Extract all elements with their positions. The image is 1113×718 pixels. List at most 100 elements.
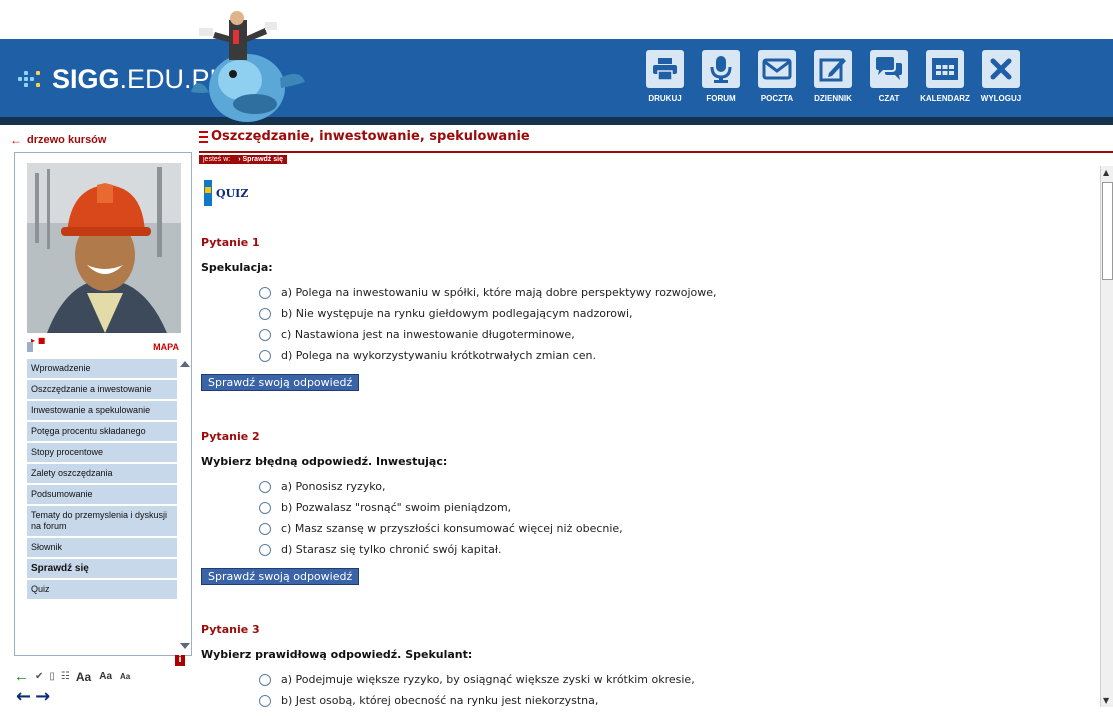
sidebar-item-stopy-procentowe[interactable]: Stopy procentowe: [27, 443, 177, 462]
logout-button[interactable]: WYLOGUJ: [974, 50, 1028, 103]
answer-option[interactable]: a) Ponosisz ryzyko,: [259, 476, 1081, 497]
printer-icon: [646, 50, 684, 88]
font-size-large[interactable]: Aa: [76, 670, 91, 684]
scroll-up-arrow-icon[interactable]: ▲: [1103, 168, 1109, 177]
page-title-bar: Oszczędzanie, inwestowanie, spekulowanie: [199, 129, 530, 144]
answer-option[interactable]: b) Nie występuje na rynku giełdowym podl…: [259, 303, 1081, 324]
scroll-down-arrow-icon[interactable]: ▼: [1103, 696, 1109, 705]
breadcrumb-current[interactable]: › Sprawdź się: [238, 156, 283, 163]
question-text: Wybierz błędną odpowiedź. Inwestując:: [201, 455, 448, 468]
sidebar-item-quiz[interactable]: Quiz: [27, 580, 177, 599]
answer-option[interactable]: a) Polega na inwestowaniu w spółki, któr…: [259, 282, 1081, 303]
info-icon[interactable]: i: [175, 655, 185, 666]
journal-label: DZIENNIK: [814, 94, 852, 103]
prev-page-icon[interactable]: ←: [16, 686, 35, 707]
quiz-icon: [204, 180, 212, 206]
radio-button[interactable]: [259, 328, 271, 341]
answer-text: b) Pozwalasz "rosnąć" swoim pieniądzom,: [281, 501, 512, 514]
menu-scroll-down-icon[interactable]: [180, 643, 190, 649]
title-lines-icon: [199, 130, 208, 143]
answer-list: a) Podejmuje większe ryzyko, by osiągnąć…: [259, 669, 1081, 711]
sidebar-item-tematy[interactable]: Tematy do przemyslenia i dyskusji na for…: [27, 506, 177, 536]
print-button[interactable]: DRUKUJ: [638, 50, 692, 103]
sidebar-item-slownik[interactable]: Słownik: [27, 538, 177, 557]
close-icon: [982, 50, 1020, 88]
mail-button[interactable]: POCZTA: [750, 50, 804, 103]
answer-option[interactable]: a) Podejmuje większe ryzyko, by osiągnąć…: [259, 669, 1081, 690]
answer-text: c) Masz szansę w przyszłości konsumować …: [281, 522, 623, 535]
sidebar-item-podsumowanie[interactable]: Podsumowanie: [27, 485, 177, 504]
sidebar-item-wprowadzenie[interactable]: Wprowadzenie: [27, 359, 177, 378]
sidebar-tools: ← ✔ ▯ ☷ Aa Aa Aa: [14, 668, 138, 685]
radio-button[interactable]: [259, 522, 271, 535]
check-answer-button[interactable]: Sprawdź swoją odpowiedź: [201, 568, 360, 585]
answer-list: a) Polega na inwestowaniu w spółki, któr…: [259, 282, 1081, 366]
note-icon[interactable]: ▯: [49, 671, 55, 682]
header-stripe: [0, 117, 1113, 125]
map-link[interactable]: MAPA: [153, 342, 179, 352]
sidebar-item-sprawdz-sie[interactable]: Sprawdź się: [27, 559, 177, 578]
mail-label: POCZTA: [760, 94, 794, 103]
chat-button[interactable]: CZAT: [862, 50, 916, 103]
answer-text: a) Polega na inwestowaniu w spółki, któr…: [281, 286, 717, 299]
breadcrumb: jesteś w: › Sprawdź się: [199, 155, 287, 164]
check-icon[interactable]: ✔: [35, 671, 43, 682]
answer-option[interactable]: c) Masz szansę w przyszłości konsumować …: [259, 518, 1081, 539]
map-scroll-handle[interactable]: [27, 342, 33, 352]
worker-photo: [27, 163, 181, 333]
answer-option[interactable]: b) Jest osobą, której obecność na rynku …: [259, 690, 1081, 711]
question-title: Pytanie 2: [201, 430, 260, 443]
font-size-medium[interactable]: Aa: [99, 671, 112, 682]
radio-button[interactable]: [259, 349, 271, 362]
radio-button[interactable]: [259, 480, 271, 493]
sidebar-item-potega-procentu[interactable]: Potęga procentu składanego: [27, 422, 177, 441]
answer-option[interactable]: c) Nastawiona jest na inwestowanie długo…: [259, 324, 1081, 345]
logout-label: WYLOGUJ: [980, 94, 1022, 103]
document-icon[interactable]: ☷: [61, 671, 70, 682]
radio-button[interactable]: [259, 694, 271, 707]
menu-scroll-up-icon[interactable]: [180, 361, 190, 367]
arrow-left-icon: ←: [10, 133, 22, 147]
course-tree-label: drzewo kursów: [27, 134, 107, 146]
page-nav: ←→: [16, 686, 54, 707]
answer-option[interactable]: d) Starasz się tylko chronić swój kapita…: [259, 539, 1081, 560]
quiz-content: QUIZ Pytanie 1 Spekulacja: a) Polega na …: [199, 172, 1095, 718]
question-text: Wybierz prawidłową odpowiedź. Spekulant:: [201, 648, 473, 661]
quiz-header: QUIZ: [204, 180, 248, 206]
radio-button[interactable]: [259, 286, 271, 299]
back-green-arrow-icon[interactable]: ←: [14, 668, 29, 685]
answer-option[interactable]: d) Polega na wykorzystywaniu krótkotrwał…: [259, 345, 1081, 366]
font-size-small[interactable]: Aa: [120, 672, 130, 681]
question-text: Spekulacja:: [201, 261, 273, 274]
check-answer-button[interactable]: Sprawdź swoją odpowiedź: [201, 374, 360, 391]
scroll-thumb[interactable]: [1102, 182, 1113, 280]
radio-button[interactable]: [259, 673, 271, 686]
sidebar-panel: ▸ ■ MAPA Wprowadzenie Oszczędzanie a inw…: [14, 152, 192, 666]
sidebar-item-inwestowanie[interactable]: Inwestowanie a spekulowanie: [27, 401, 177, 420]
question-title: Pytanie 3: [201, 623, 260, 636]
question-3: Pytanie 3 Wybierz prawidłową odpowiedź. …: [201, 623, 1081, 711]
answer-text: c) Nastawiona jest na inwestowanie długo…: [281, 328, 575, 341]
question-2: Pytanie 2 Wybierz błędną odpowiedź. Inwe…: [201, 430, 1081, 585]
quiz-label: QUIZ: [216, 186, 249, 200]
forum-label: FORUM: [706, 94, 736, 103]
breadcrumb-prefix: jesteś w:: [203, 156, 231, 163]
journal-button[interactable]: DZIENNIK: [806, 50, 860, 103]
forum-button[interactable]: FORUM: [694, 50, 748, 103]
course-tree-link[interactable]: ← drzewo kursów: [10, 133, 106, 147]
next-page-icon[interactable]: →: [35, 686, 54, 707]
sidebar-item-zalety[interactable]: Zalety oszczędzania: [27, 464, 177, 483]
radio-button[interactable]: [259, 501, 271, 514]
answer-option[interactable]: b) Pozwalasz "rosnąć" swoim pieniądzom,: [259, 497, 1081, 518]
sidebar-item-oszczedzanie[interactable]: Oszczędzanie a inwestowanie: [27, 380, 177, 399]
calendar-label: KALENDARZ: [920, 94, 970, 103]
radio-button[interactable]: [259, 543, 271, 556]
answer-text: b) Nie występuje na rynku giełdowym podl…: [281, 307, 633, 320]
content-scrollbar[interactable]: ▲ ▼: [1100, 166, 1113, 707]
question-1: Pytanie 1 Spekulacja: a) Polega na inwes…: [201, 236, 1081, 391]
mascot-image: [191, 11, 305, 122]
radio-button[interactable]: [259, 307, 271, 320]
answer-text: a) Podejmuje większe ryzyko, by osiągnąć…: [281, 673, 695, 686]
calendar-button[interactable]: KALENDARZ: [918, 50, 972, 103]
header-toolbar: DRUKUJ FORUM POCZTA DZIENNIK CZAT KALEND…: [638, 50, 1030, 103]
